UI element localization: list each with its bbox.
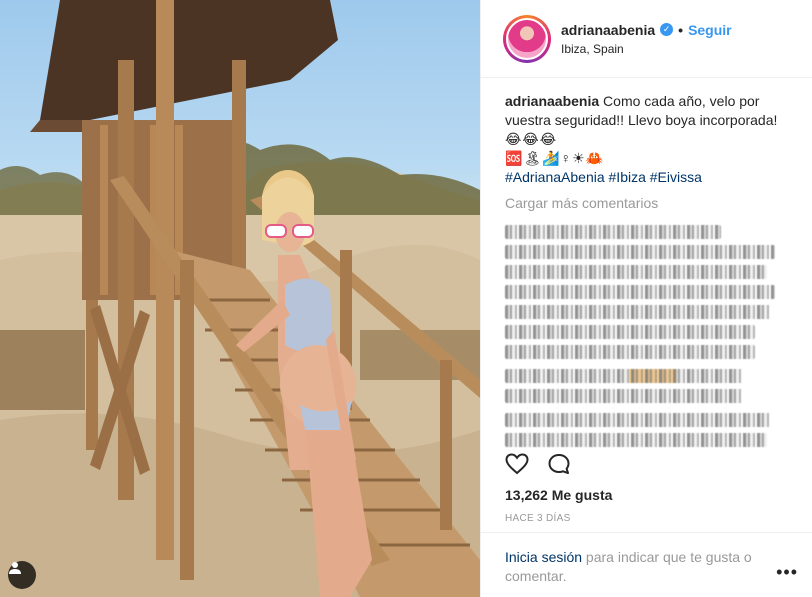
caption-username[interactable]: adrianaabenia (505, 93, 599, 109)
person-icon (9, 562, 21, 574)
post-actions (505, 453, 571, 475)
heart-icon[interactable] (505, 453, 529, 475)
login-link[interactable]: Inicia sesión (505, 549, 582, 565)
comment-icon[interactable] (547, 453, 571, 475)
verified-badge-icon: ✓ (660, 23, 674, 36)
blurred-text-line (505, 345, 755, 359)
avatar[interactable] (506, 17, 548, 60)
header-user-row: adrianaabenia ✓ • Seguir (561, 22, 732, 38)
blurred-comment (505, 225, 798, 359)
tagged-people-button[interactable] (8, 561, 36, 589)
header-user-info: adrianaabenia ✓ • Seguir Ibiza, Spain (561, 22, 732, 56)
caption-hashtags[interactable]: #AdrianaAbenia #Ibiza #Eivissa (505, 168, 798, 187)
post-timestamp[interactable]: HACE 3 DÍAS (505, 513, 571, 524)
blurred-text-line (505, 305, 771, 319)
section-divider (481, 532, 812, 533)
post-caption: adrianaabenia Como cada año, velo por vu… (505, 92, 798, 130)
likes-count[interactable]: 13,262 Me gusta (505, 487, 612, 503)
avatar-story-ring[interactable] (503, 14, 551, 63)
header-username[interactable]: adrianaabenia (561, 22, 655, 38)
blurred-text-line (505, 369, 743, 383)
instagram-post: adrianaabenia ✓ • Seguir Ibiza, Spain ad… (0, 0, 812, 597)
blurred-text-line (505, 225, 721, 239)
blurred-text-line (505, 265, 767, 279)
caption-emoji-line-1: 😂😂😂 (505, 131, 558, 147)
blurred-text-line (505, 389, 743, 403)
post-header: adrianaabenia ✓ • Seguir Ibiza, Spain (481, 0, 812, 78)
post-photo[interactable] (0, 0, 480, 597)
header-separator: • (678, 21, 684, 38)
location-link[interactable]: Ibiza, Spain (561, 42, 732, 56)
blurred-comment (505, 369, 798, 403)
more-options-button[interactable]: ••• (776, 562, 798, 583)
blurred-text-line (505, 325, 755, 339)
blurred-text-line (505, 245, 775, 259)
blurred-text-line (505, 413, 771, 427)
post-sidebar: adrianaabenia ✓ • Seguir Ibiza, Spain ad… (480, 0, 812, 597)
caption-emoji-line-2: 🆘🏝🏄♀☀🦀 (505, 150, 605, 166)
login-prompt: Inicia sesión para indicar que te gusta … (505, 548, 798, 586)
blurred-comment (505, 413, 798, 447)
beach-lifeguard-tower-illustration (0, 0, 480, 597)
blurred-text-line (505, 285, 775, 299)
follow-button[interactable]: Seguir (688, 22, 732, 38)
blurred-text-line (505, 433, 767, 447)
load-more-comments-button[interactable]: Cargar más comentarios (505, 195, 798, 211)
